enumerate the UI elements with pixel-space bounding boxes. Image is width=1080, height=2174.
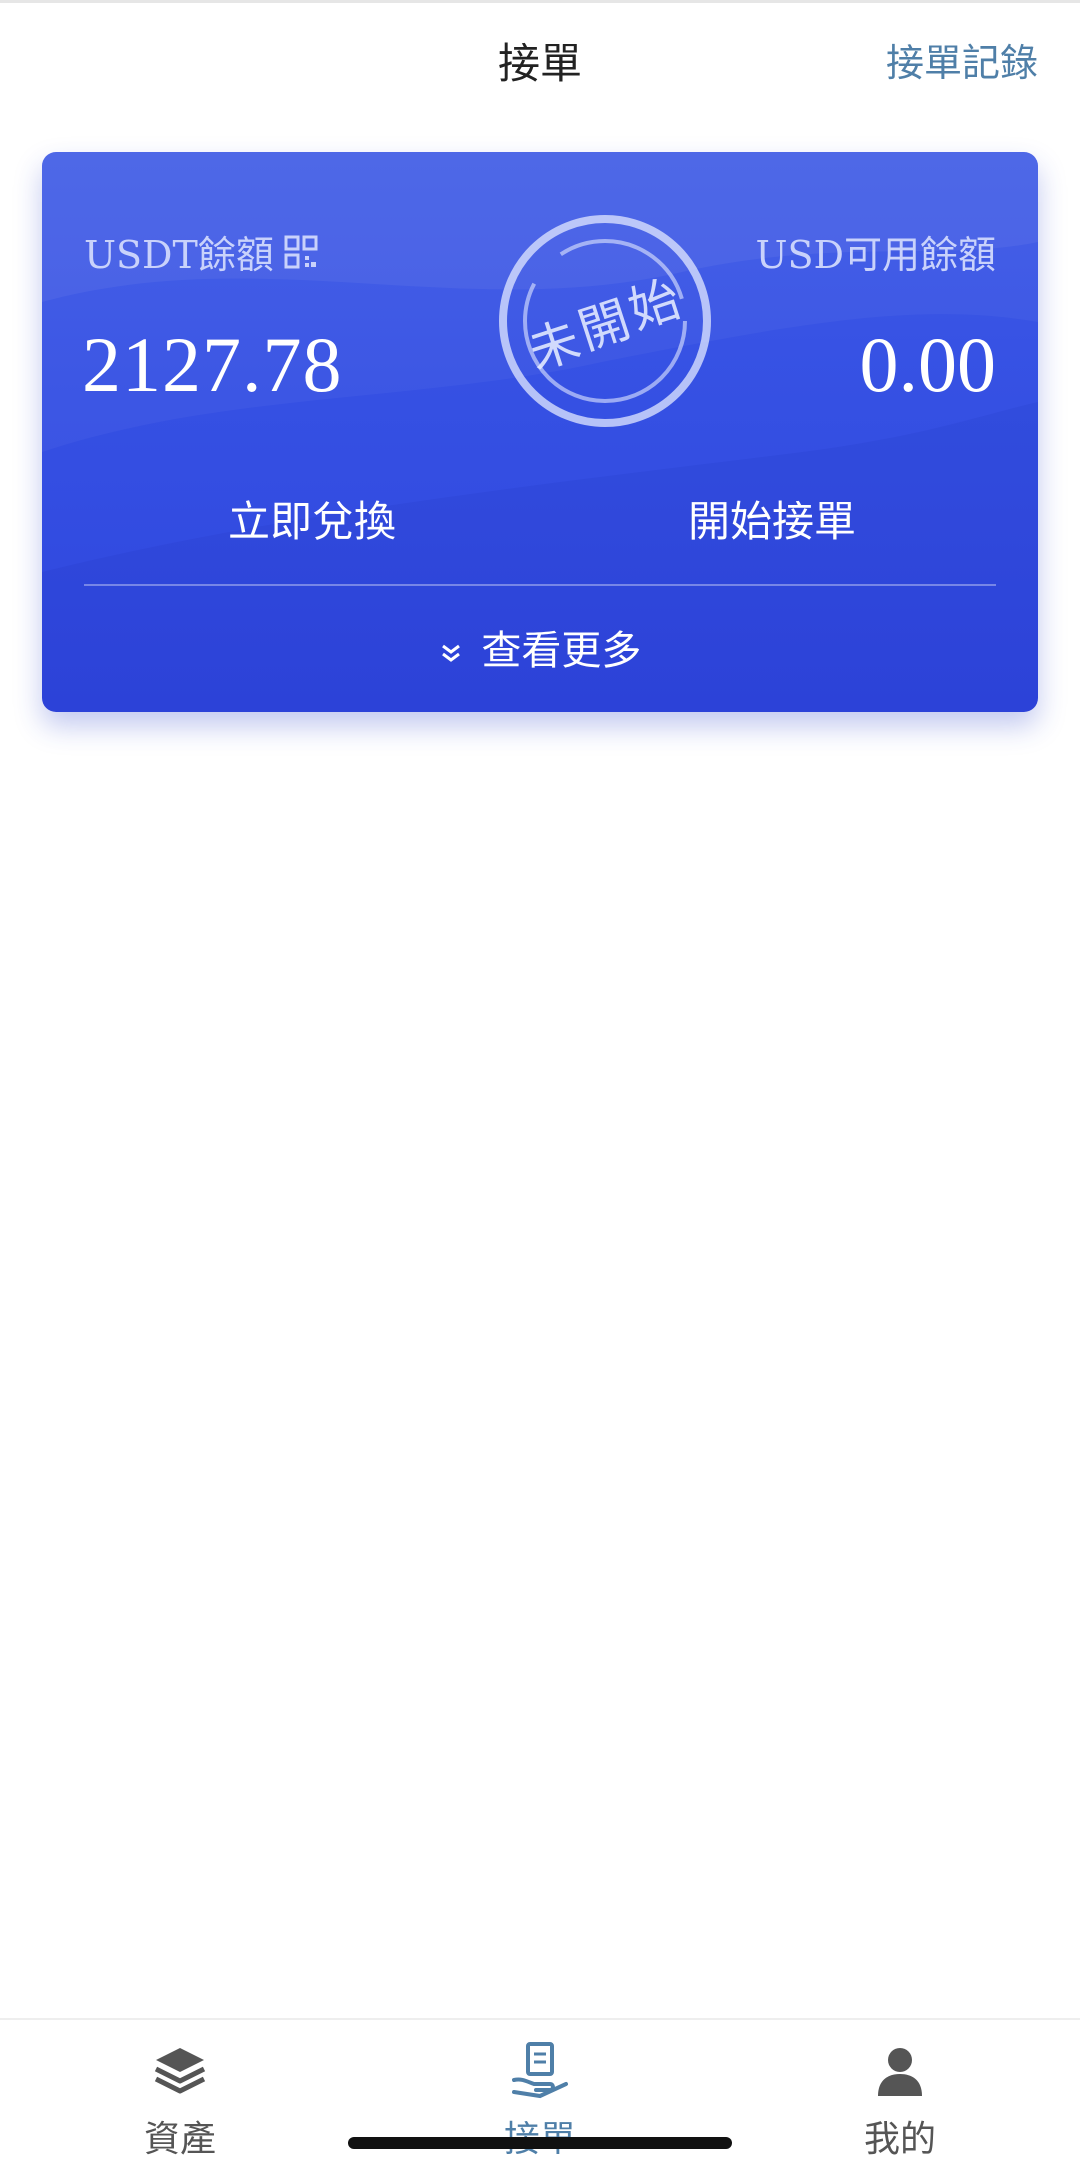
layers-icon: [154, 2048, 206, 2094]
view-more-button[interactable]: 查看更多: [42, 618, 1038, 676]
usdt-balance-label: USDT餘額: [84, 233, 274, 277]
qr-code-icon[interactable]: [284, 235, 318, 269]
person-icon: [878, 2048, 922, 2096]
nav-label-mine: 我的: [863, 2119, 936, 2160]
usd-available-amount: 0.00: [859, 321, 997, 408]
nav-label-orders: 接單: [430, 2110, 650, 2162]
not-started-stamp: 未 開 始: [499, 215, 711, 427]
view-more-label: 查看更多: [481, 628, 642, 674]
header: 接單 接單記錄: [0, 0, 1080, 120]
balance-card: USDT餘額 USD可用餘額 2127.78 0.00 未 開 始 立即兌換 開…: [42, 152, 1038, 712]
nav-item-mine[interactable]: 我的: [790, 2040, 1010, 2162]
double-chevron-down-icon: [441, 644, 460, 662]
order-screen: 接單 接單記錄 USDT餘額 USD可用餘額 2127.78 0.00 未 開 …: [0, 0, 1080, 2174]
start-orders-button[interactable]: 開始接單: [688, 488, 856, 549]
card-divider: [84, 584, 996, 586]
order-hand-icon: [512, 2042, 568, 2099]
exchange-now-button[interactable]: 立即兌換: [228, 488, 396, 549]
order-records-link[interactable]: 接單記錄: [886, 32, 1038, 87]
home-indicator[interactable]: [348, 2137, 732, 2149]
bottom-nav: 資產 接單 我的: [0, 2018, 1080, 2174]
usdt-balance-amount: 2127.78: [82, 321, 343, 408]
usdt-balance-label-row: USDT餘額: [84, 224, 318, 279]
nav-item-assets[interactable]: 資產: [70, 2040, 290, 2162]
usd-available-label: USD可用餘額: [755, 233, 996, 277]
nav-label-assets: 資產: [143, 2119, 216, 2160]
